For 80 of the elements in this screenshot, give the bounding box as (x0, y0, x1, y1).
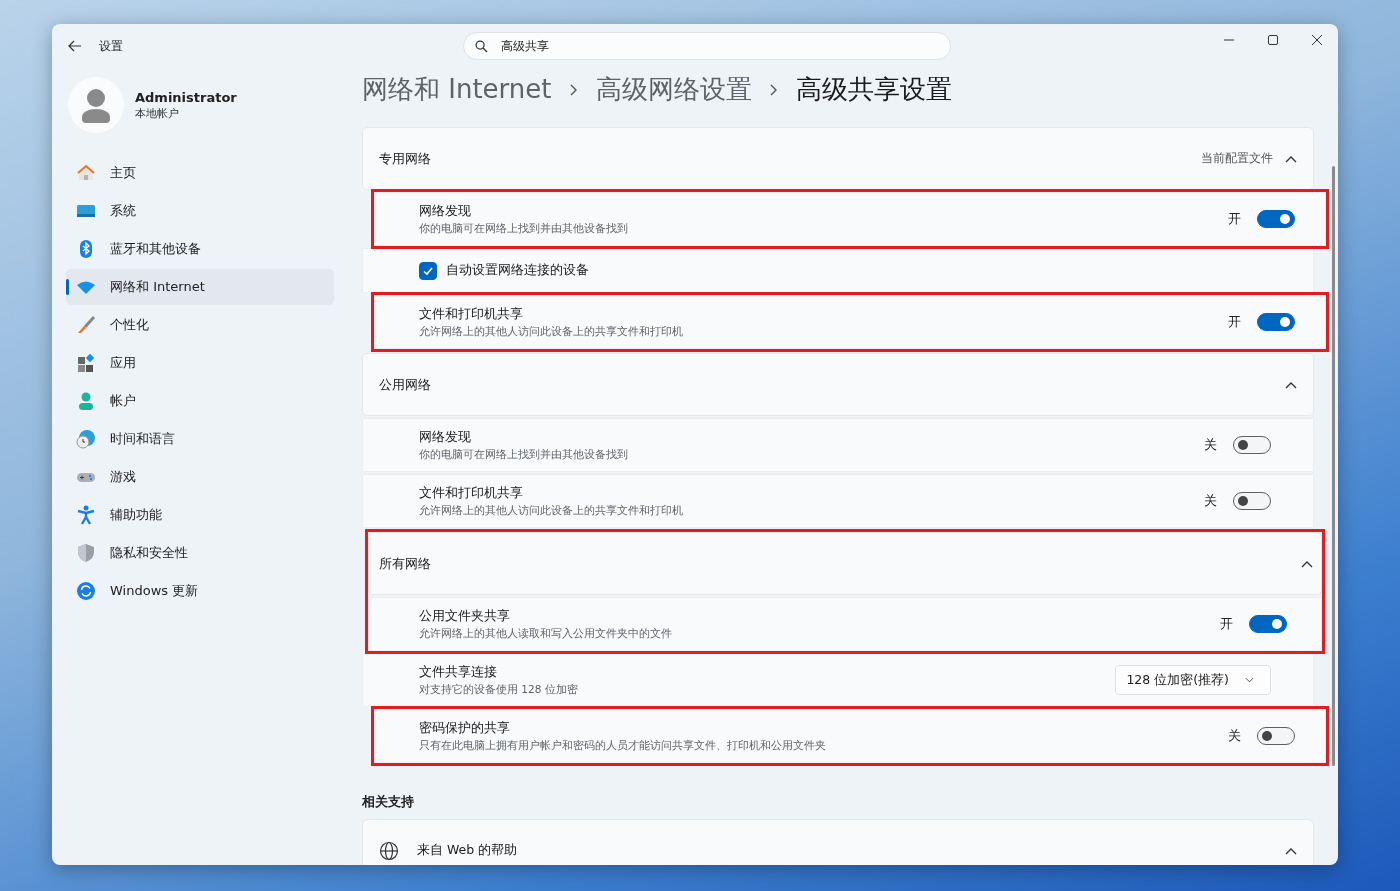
nav-item[interactable]: 辅助功能 (66, 497, 334, 533)
search-field[interactable]: 高级共享 (463, 32, 951, 60)
nav-item[interactable]: 应用 (66, 345, 334, 381)
setting-description: 允许网络上的其他人读取和写入公用文件夹中的文件 (419, 626, 673, 641)
shield-icon (76, 543, 96, 563)
breadcrumb-link[interactable]: 网络和 Internet (362, 72, 552, 107)
toggle-state-label: 关 (1204, 492, 1217, 510)
setting-title: 文件和打印机共享 (419, 305, 524, 323)
section-header[interactable]: 公用网络 (362, 353, 1314, 416)
accessibility-icon (76, 505, 96, 525)
section-title: 专用网络 (379, 149, 431, 168)
toggle-switch[interactable] (1233, 436, 1271, 454)
nav-item[interactable]: 系统 (66, 193, 334, 229)
globe-clock-icon (76, 429, 96, 449)
search-icon (475, 40, 488, 53)
setting-description: 对支持它的设备使用 128 位加密 (419, 682, 579, 697)
section-header[interactable]: 专用网络 当前配置文件 (362, 127, 1314, 190)
toggle-state-label: 开 (1220, 615, 1233, 633)
chevron-right-icon (769, 83, 778, 96)
setting-title: 公用文件夹共享 (419, 607, 511, 625)
chevron-up-icon[interactable] (1285, 380, 1297, 389)
setting-title: 文件和打印机共享 (419, 484, 524, 502)
paintbrush-icon (76, 315, 96, 335)
checkbox-label: 自动设置网络连接的设备 (446, 262, 589, 279)
close-icon[interactable] (1312, 35, 1322, 45)
setting-description: 允许网络上的其他人访问此设备上的共享文件和打印机 (419, 324, 684, 339)
section-title: 所有网络 (379, 554, 431, 573)
scrollbar[interactable] (1332, 166, 1335, 766)
toggle-switch[interactable] (1233, 492, 1271, 510)
toggle-switch[interactable] (1257, 210, 1295, 228)
avatar-icon (68, 77, 124, 133)
setting-description: 只有在此电脑上拥有用户帐户和密码的人员才能访问共享文件、打印机和公用文件夹 (419, 738, 827, 753)
nav-item[interactable]: 时间和语言 (66, 421, 334, 457)
chevron-up-icon[interactable] (1301, 559, 1313, 568)
nav-item[interactable]: 隐私和安全性 (66, 535, 334, 571)
house-icon (76, 163, 96, 183)
help-card[interactable]: 来自 Web 的帮助 (362, 819, 1314, 865)
back-arrow-icon[interactable] (68, 40, 82, 52)
nav-item[interactable]: 帐户 (66, 383, 334, 419)
apps-icon (76, 353, 96, 373)
nav-item[interactable]: 网络和 Internet (66, 269, 334, 305)
toggle-state-label: 关 (1204, 436, 1217, 454)
maximize-icon[interactable] (1268, 35, 1278, 45)
refresh-icon (76, 581, 96, 601)
nav-item[interactable]: 蓝牙和其他设备 (66, 231, 334, 267)
current-profile-label: 当前配置文件 (1201, 150, 1273, 167)
setting-description: 你的电脑可在网络上找到并由其他设备找到 (419, 447, 629, 462)
toggle-state-label: 关 (1228, 727, 1241, 745)
account-name: Administrator (135, 89, 237, 105)
setting-title: 文件共享连接 (419, 663, 498, 681)
toggle-switch[interactable] (1249, 615, 1287, 633)
person-icon (76, 391, 96, 411)
toggle-switch[interactable] (1257, 727, 1295, 745)
setting-title: 网络发现 (419, 202, 472, 220)
toggle-state-label: 开 (1228, 210, 1241, 228)
toggle-state-label: 开 (1228, 313, 1241, 331)
globe-icon (379, 840, 399, 861)
section-title: 公用网络 (379, 375, 431, 394)
chevron-down-icon (1245, 677, 1254, 683)
window-title: 设置 (99, 37, 123, 55)
setting-description: 允许网络上的其他人访问此设备上的共享文件和打印机 (419, 503, 684, 518)
nav-item[interactable]: 个性化 (66, 307, 334, 343)
section-heading: 相关支持 (362, 793, 415, 811)
encryption-dropdown[interactable]: 128 位加密(推荐) (1115, 665, 1271, 695)
checkbox[interactable] (419, 261, 437, 280)
account-type: 本地帐户 (135, 105, 180, 121)
help-title: 来自 Web 的帮助 (417, 842, 518, 859)
nav-item[interactable]: 游戏 (66, 459, 334, 495)
chevron-up-icon[interactable] (1285, 846, 1297, 855)
setting-description: 你的电脑可在网络上找到并由其他设备找到 (419, 221, 629, 236)
nav-item[interactable]: Windows 更新 (66, 573, 334, 609)
setting-title: 密码保护的共享 (419, 719, 511, 737)
breadcrumb-link[interactable]: 高级网络设置 (595, 72, 752, 107)
page-title: 高级共享设置 (795, 73, 952, 106)
chevron-up-icon[interactable] (1285, 154, 1297, 163)
toggle-switch[interactable] (1257, 313, 1295, 331)
chevron-right-icon (569, 83, 578, 96)
nav-item[interactable]: 主页 (66, 155, 334, 191)
section-header[interactable]: 所有网络 (368, 532, 1322, 595)
setting-title: 网络发现 (419, 428, 472, 446)
